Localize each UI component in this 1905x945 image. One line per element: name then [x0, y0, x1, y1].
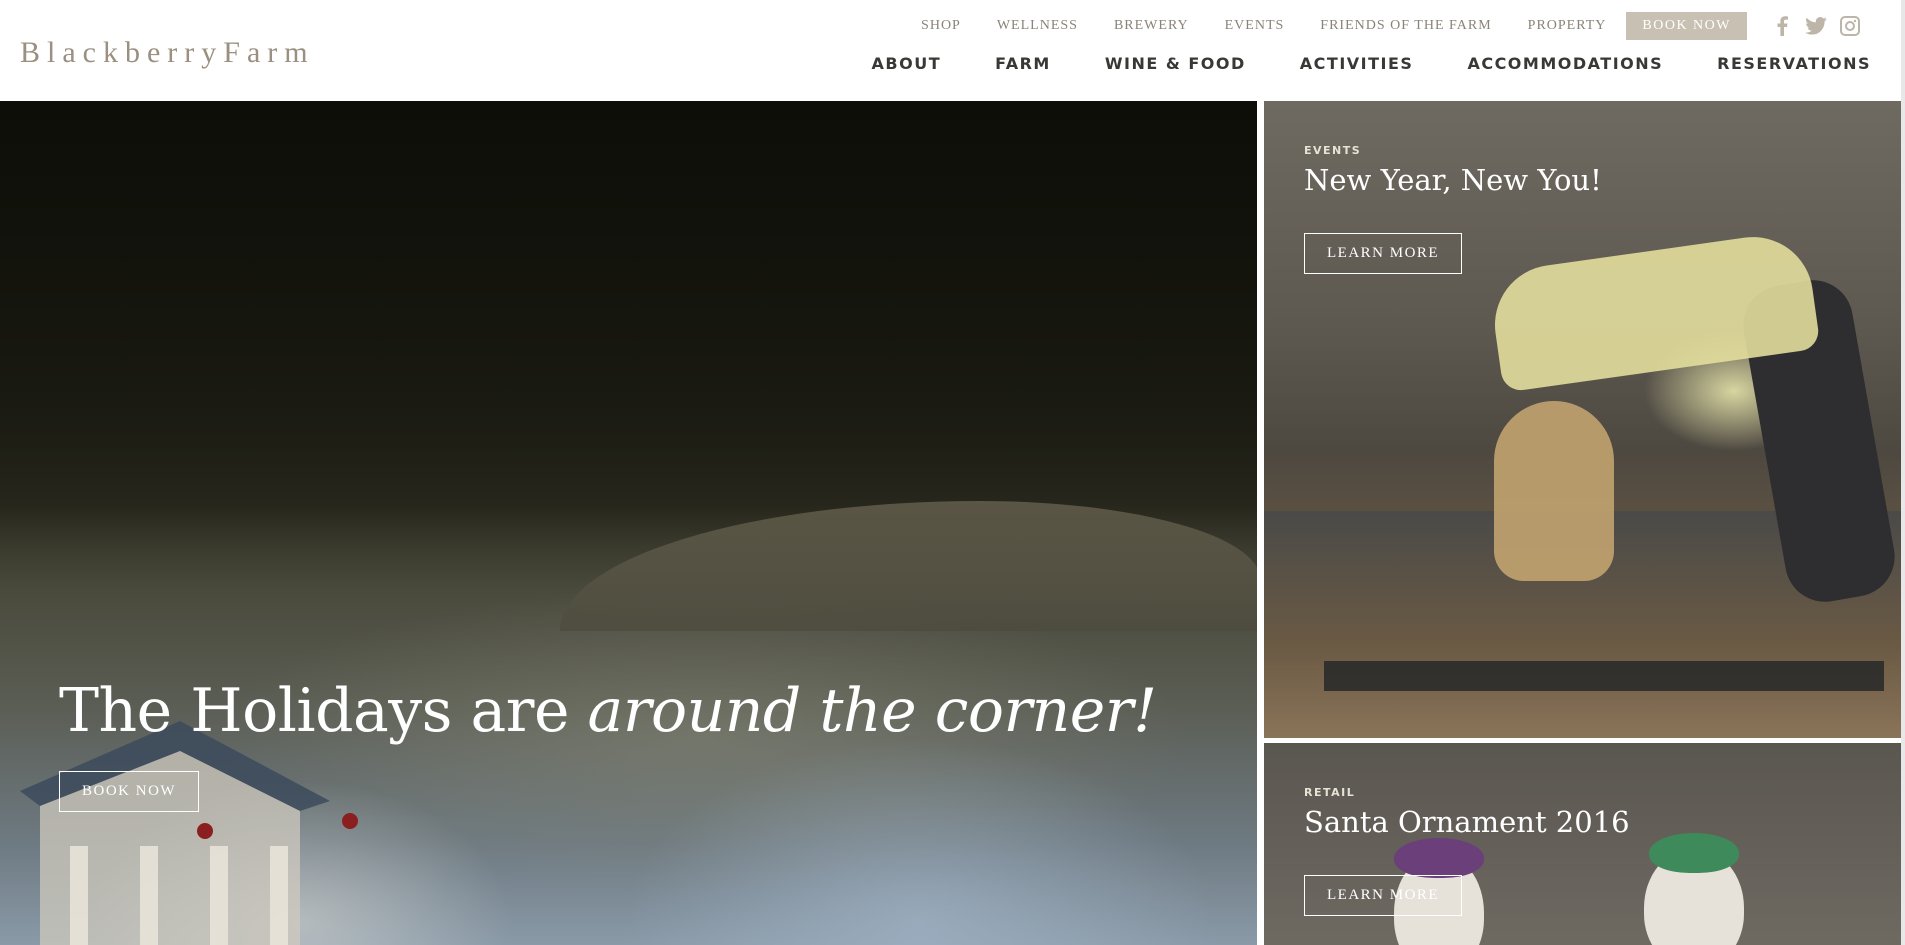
util-link-brewery[interactable]: BREWERY [1114, 18, 1189, 34]
site-header: BlackberryFarm SHOP WELLNESS BREWERY EVE… [0, 0, 1905, 100]
instagram-icon[interactable] [1837, 15, 1863, 37]
page-scrollbar[interactable] [1901, 0, 1905, 945]
book-now-button[interactable]: BOOK NOW [1626, 12, 1747, 40]
nav-about[interactable]: ABOUT [872, 54, 942, 73]
main-nav: ABOUT FARM WINE & FOOD ACTIVITIES ACCOMM… [872, 54, 1871, 73]
util-link-wellness[interactable]: WELLNESS [997, 18, 1078, 34]
hero-book-now-button[interactable]: BOOK NOW [59, 771, 200, 812]
nav-farm[interactable]: FARM [995, 54, 1051, 73]
ornament-right-cap-image [1649, 833, 1739, 873]
util-link-friends-of-the-farm[interactable]: FRIENDS OF THE FARM [1320, 18, 1491, 34]
ornament-left-cap-image [1394, 838, 1484, 878]
hero-title-plain: The Holidays are [59, 676, 588, 746]
retail-card[interactable]: RETAIL Santa Ornament 2016 LEARN MORE [1264, 743, 1901, 945]
retail-card-title: Santa Ornament 2016 [1304, 805, 1630, 839]
util-link-shop[interactable]: SHOP [921, 18, 961, 34]
utility-nav: SHOP WELLNESS BREWERY EVENTS FRIENDS OF … [921, 12, 1863, 40]
brand-logo[interactable]: BlackberryFarm [20, 36, 315, 70]
hero-title-italic: around the corner! [587, 676, 1158, 746]
event-card-title: New Year, New You! [1304, 163, 1602, 197]
hero-title: The Holidays are around the corner! [59, 676, 1157, 746]
social-links [1761, 15, 1863, 37]
event-card-figure-hair-image [1494, 401, 1614, 581]
nav-wine-food[interactable]: WINE & FOOD [1105, 54, 1246, 73]
retail-card-label: RETAIL [1304, 786, 1356, 799]
twitter-icon[interactable] [1803, 15, 1829, 37]
facebook-icon[interactable] [1769, 15, 1795, 37]
nav-accommodations[interactable]: ACCOMMODATIONS [1467, 54, 1663, 73]
nav-activities[interactable]: ACTIVITIES [1300, 54, 1414, 73]
hero-banner: The Holidays are around the corner! BOOK… [0, 101, 1257, 945]
event-card[interactable]: EVENTS New Year, New You! LEARN MORE [1264, 101, 1901, 738]
hero-forest-image [0, 101, 1257, 541]
event-card-mat-image [1324, 661, 1884, 691]
event-card-learn-more-button[interactable]: LEARN MORE [1304, 233, 1463, 274]
brand-logo-text: BlackberryFarm [20, 36, 315, 69]
event-card-label: EVENTS [1304, 144, 1362, 157]
nav-reservations[interactable]: RESERVATIONS [1717, 54, 1871, 73]
util-link-events[interactable]: EVENTS [1225, 18, 1285, 34]
retail-card-learn-more-button[interactable]: LEARN MORE [1304, 875, 1463, 916]
util-link-property[interactable]: PROPERTY [1528, 18, 1607, 34]
